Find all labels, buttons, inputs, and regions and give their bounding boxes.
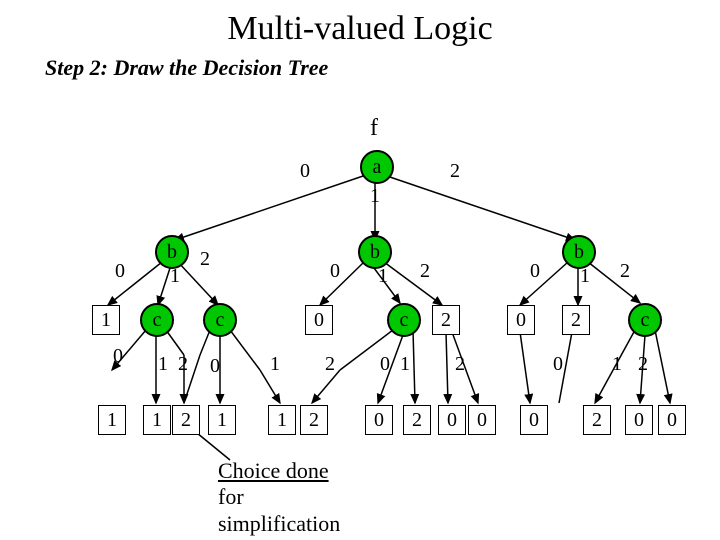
edge-bm-1: 1	[378, 265, 388, 288]
edge-bl-2: 2	[200, 248, 210, 271]
leaf-b-2a: 2	[172, 405, 200, 435]
edge-c1-0: 0	[113, 345, 123, 368]
leaf-b-2b: 2	[300, 405, 328, 435]
node-c-1: c	[140, 303, 174, 337]
leaf-b-1d: 1	[268, 405, 296, 435]
node-b-left: b	[155, 235, 189, 269]
edge-c3-0: 0	[380, 353, 390, 376]
edge-a-0: 0	[300, 160, 310, 183]
leaf-b-0c: 0	[520, 405, 548, 435]
edge-c4-2: 2	[638, 353, 648, 376]
leaf-b-0a: 0	[365, 405, 393, 435]
root-label-f: f	[370, 115, 378, 142]
edge-c3-2: 2	[455, 353, 465, 376]
edge-a-2: 2	[450, 160, 460, 183]
leaf-2-a: 2	[432, 305, 460, 335]
leaf-b-0e: 0	[658, 405, 686, 435]
leaf-b-2d: 2	[583, 405, 611, 435]
leaf-2-b: 2	[562, 305, 590, 335]
leaf-b-1b: 1	[143, 405, 171, 435]
edge-br-1: 1	[580, 265, 590, 288]
node-c-4: c	[628, 303, 662, 337]
leaf-b-0b: 0	[438, 405, 466, 435]
edge-c1-2: 2	[178, 353, 188, 376]
edge-a-1: 1	[370, 185, 380, 208]
edge-bm-0: 0	[330, 260, 340, 283]
node-c-2: c	[203, 303, 237, 337]
step-subtitle: Step 2: Draw the Decision Tree	[45, 55, 328, 81]
edge-br-2: 2	[620, 260, 630, 283]
edge-c3-pre2: 2	[325, 353, 335, 376]
leaf-b-1c: 1	[208, 405, 236, 435]
annotation-text: Choice done for simplification	[218, 458, 340, 537]
edge-c4-1: 1	[612, 353, 622, 376]
leaf-b-1a: 1	[98, 405, 126, 435]
edge-c4-0: 0	[553, 353, 563, 376]
edge-br-0: 0	[530, 260, 540, 283]
edge-bm-2: 2	[420, 260, 430, 283]
edge-bl-0: 0	[115, 260, 125, 283]
page-title: Multi-valued Logic	[0, 10, 720, 48]
leaf-0-b: 0	[507, 305, 535, 335]
edge-c3-1: 1	[400, 353, 410, 376]
leaf-0-a: 0	[305, 305, 333, 335]
edge-c2-0: 0	[210, 355, 220, 378]
node-a: a	[360, 150, 394, 184]
leaf-b-0ex: 0	[468, 405, 496, 435]
leaf-b-0d: 0	[625, 405, 653, 435]
node-b-right: b	[562, 235, 596, 269]
leaf-1-a: 1	[92, 305, 120, 335]
leaf-b-2c: 2	[403, 405, 431, 435]
edge-c2-1: 1	[270, 353, 280, 376]
node-b-mid: b	[358, 235, 392, 269]
edge-bl-1: 1	[170, 265, 180, 288]
edge-c1-1: 1	[158, 353, 168, 376]
node-c-3: c	[387, 303, 421, 337]
